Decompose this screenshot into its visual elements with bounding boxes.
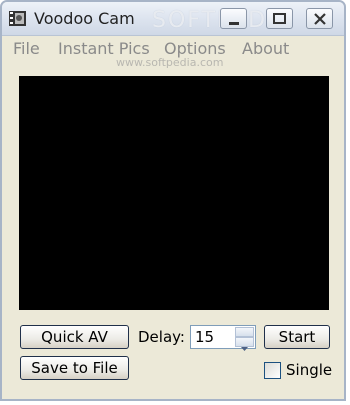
film-strip-icon[interactable]	[8, 9, 27, 28]
menu-file[interactable]: File	[13, 39, 40, 58]
close-button[interactable]	[306, 8, 333, 29]
minimize-icon	[229, 22, 239, 25]
single-checkbox[interactable]	[264, 362, 281, 379]
spin-down-button[interactable]	[235, 337, 254, 351]
single-label: Single	[286, 361, 333, 379]
quick-av-button[interactable]: Quick AV	[20, 325, 129, 349]
restore-icon	[273, 13, 286, 24]
window-title: Voodoo Cam	[34, 9, 135, 28]
close-icon	[314, 13, 326, 25]
app-window: Voodoo Cam SOFTPEDIA File Instant Pics O…	[0, 0, 346, 401]
restore-button[interactable]	[266, 8, 293, 29]
minimize-button[interactable]	[220, 8, 247, 29]
delay-stepper[interactable]: 15	[190, 325, 256, 351]
save-to-file-button[interactable]: Save to File	[20, 356, 129, 380]
delay-label: Delay:	[138, 328, 185, 346]
menu-about[interactable]: About	[242, 39, 289, 58]
chevron-down-icon	[241, 347, 248, 351]
title-bar[interactable]: Voodoo Cam SOFTPEDIA	[2, 2, 344, 36]
spin-up-button[interactable]	[235, 327, 254, 341]
watermark-url: www.softpedia.com	[116, 56, 224, 69]
camera-preview	[19, 76, 329, 310]
delay-value[interactable]: 15	[195, 328, 214, 346]
start-button[interactable]: Start	[264, 325, 330, 349]
